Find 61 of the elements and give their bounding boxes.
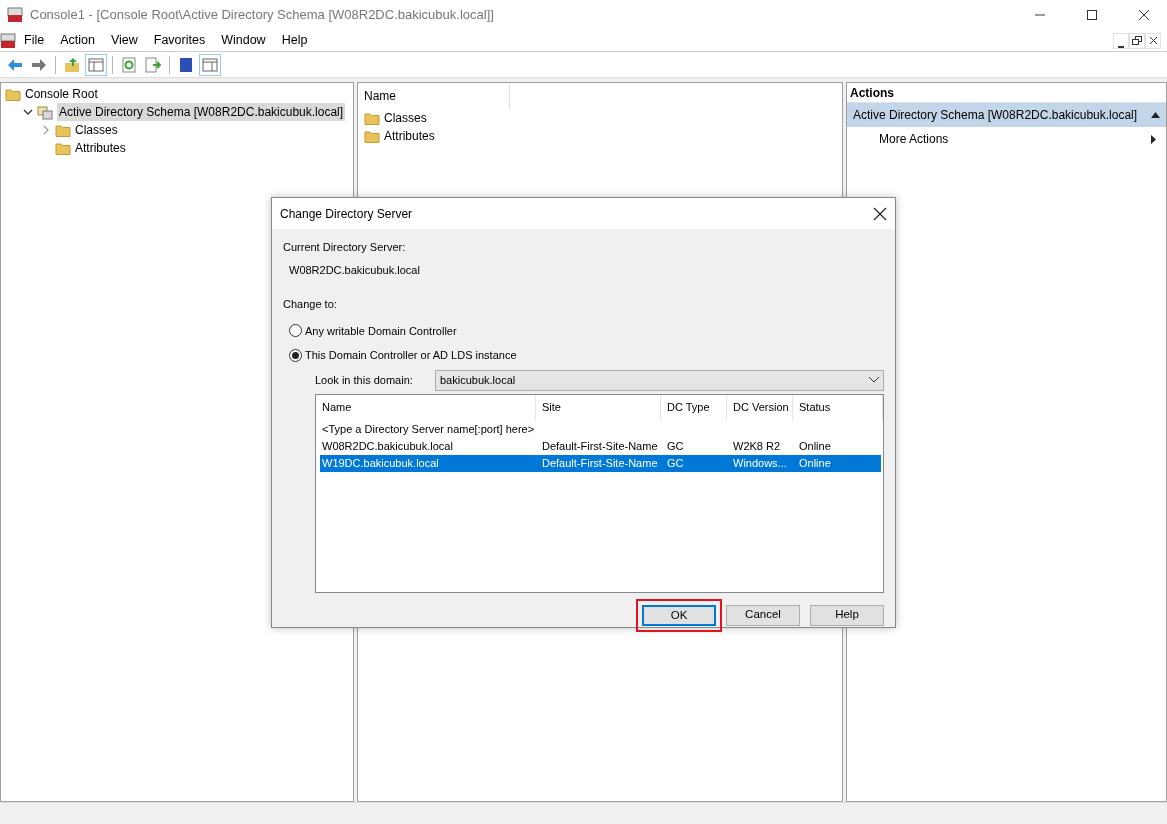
column-header[interactable]: DC Version (727, 394, 793, 421)
folder-up-icon (64, 56, 80, 73)
field-label: Look in this domain: (315, 372, 414, 388)
close-icon (1149, 37, 1157, 44)
folder-icon (364, 110, 380, 126)
minimize-icon (1118, 45, 1124, 48)
child-close-button[interactable] (1145, 32, 1161, 49)
menu-item[interactable]: Action (52, 31, 103, 50)
child-restore-button[interactable] (1129, 32, 1145, 49)
tree-item[interactable]: Active Directory Schema [W08R2DC.bakicubuk.local] (57, 103, 346, 121)
restore-icon (1132, 36, 1142, 45)
close-icon (1139, 10, 1149, 20)
column-header[interactable]: Name (358, 83, 510, 109)
dialog-button[interactable]: Help (810, 604, 884, 626)
column-header[interactable]: DC Type (661, 394, 727, 421)
column-header[interactable]: Status (793, 394, 883, 421)
forward-arrow-icon (31, 56, 47, 73)
dropdown-caret-icon (869, 377, 879, 383)
schema-snapin-icon (37, 104, 53, 120)
menu-item[interactable]: Window (213, 31, 274, 50)
server-row[interactable]: W08R2DC.bakicubuk.local Default-First-Site-Name GC W2K8 R2 Online (320, 437, 881, 455)
list-item[interactable]: Attributes (384, 127, 435, 145)
menu-item[interactable]: File (16, 31, 53, 50)
action-pane-icon (202, 56, 218, 73)
close-icon[interactable] (873, 206, 887, 221)
maximize-icon (1087, 10, 1097, 20)
server-row[interactable]: <Type a Directory Server name[:port] here> (320, 420, 881, 438)
app-toolbox-icon (0, 32, 16, 49)
dialog-button[interactable]: Cancel (726, 604, 800, 626)
radio-option[interactable]: This Domain Controller or AD LDS instance (289, 347, 884, 364)
section-label: Change to: (283, 297, 338, 312)
menu-item[interactable]: Favorites (145, 31, 214, 50)
app-toolbox-icon (6, 6, 24, 24)
child-minimize-button[interactable] (1113, 32, 1129, 49)
folder-icon (5, 86, 21, 102)
export-list-icon (145, 56, 161, 73)
menu-item[interactable]: Help (273, 31, 316, 50)
toolbar-button[interactable] (85, 53, 107, 76)
server-row[interactable]: W19DC.bakicubuk.local Default-First-Site-Name GC Windows... Online (320, 454, 881, 472)
column-header[interactable]: Name (316, 394, 536, 421)
tree-item[interactable]: Attributes (75, 139, 126, 157)
menu-item[interactable]: View (102, 31, 146, 50)
current-server-value: W08R2DC.bakicubuk.local (289, 262, 421, 278)
folder-icon (364, 128, 380, 144)
folder-icon (55, 140, 71, 156)
tree-item[interactable]: Console Root (25, 85, 98, 103)
tree-item[interactable]: Classes (75, 121, 118, 139)
refresh-icon (121, 56, 137, 73)
column-header[interactable]: Site (536, 394, 661, 421)
collapse-arrow-icon[interactable] (1151, 112, 1160, 118)
dialog-button[interactable]: OK (642, 604, 716, 626)
field-label: Current Directory Server: (283, 240, 407, 255)
tree-pane-icon (88, 56, 104, 73)
action-item[interactable]: More Actions (879, 130, 949, 148)
list-item[interactable]: Classes (384, 109, 427, 127)
window-title: Console1 - [Console Root\Active Directory Schema [W08R2DC.bakicubuk.local]] (30, 6, 495, 25)
domain-dropdown[interactable]: bakicubuk.local (435, 369, 884, 391)
submenu-arrow-icon (1151, 134, 1156, 144)
radio-option[interactable]: Any writable Domain Controller (289, 322, 884, 339)
dialog-title: Change Directory Server (280, 205, 413, 223)
toolbar-button[interactable] (199, 53, 221, 76)
